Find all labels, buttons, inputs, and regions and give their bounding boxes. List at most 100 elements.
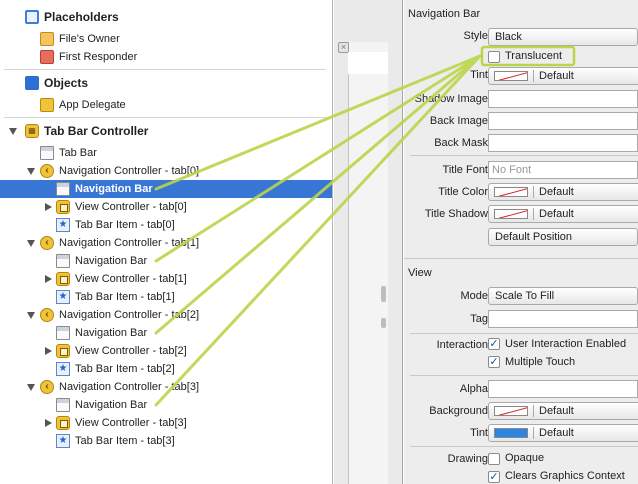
first-responder-label: First Responder	[59, 51, 138, 63]
outline-item-nav-controller[interactable]: ‹ Navigation Controller - tab[1]	[0, 234, 332, 252]
files-owner-cube-icon	[40, 32, 54, 46]
view-controller-label: View Controller - tab[0]	[75, 201, 187, 213]
clears-graphics-context-label: Clears Graphics Context	[505, 470, 625, 482]
tag-label: Tag	[470, 313, 488, 325]
disclosure-triangle-icon[interactable]	[45, 203, 52, 211]
navbar-section-title: Navigation Bar	[408, 8, 481, 20]
swatch-divider	[533, 70, 534, 82]
navigation-controller-icon: ‹	[40, 164, 54, 178]
tag-field[interactable]	[488, 310, 638, 328]
user-interaction-checkbox[interactable]: ✓	[488, 338, 500, 350]
translucent-checkbox[interactable]	[488, 51, 500, 63]
outline-item-tab-bar-item[interactable]: ★ Tab Bar Item - tab[1]	[0, 288, 332, 306]
opaque-checkbox[interactable]	[488, 453, 500, 465]
tab-bar-item-star-icon: ★	[56, 218, 70, 232]
view-controller-label: View Controller - tab[2]	[75, 345, 187, 357]
outline-item-tab-bar-controller[interactable]: ▦ Tab Bar Controller	[0, 122, 332, 140]
title-font-field[interactable]: No Font	[488, 161, 638, 179]
outline-item-tab-bar[interactable]: Tab Bar	[0, 144, 332, 162]
disclosure-triangle-icon[interactable]	[27, 312, 35, 319]
scrollbar-thumb[interactable]	[381, 286, 386, 302]
canvas-view[interactable]	[348, 52, 388, 74]
swatch-divider	[533, 427, 534, 439]
section-objects-label: Objects	[44, 76, 89, 90]
style-value: Black	[495, 31, 522, 43]
divider	[4, 69, 326, 70]
shadow-image-field[interactable]	[488, 90, 638, 108]
nav-controller-label: Navigation Controller - tab[3]	[59, 381, 200, 393]
view-tint-swatch	[494, 428, 528, 438]
swatch-divider	[533, 208, 534, 220]
title-color-popup[interactable]: Default	[488, 183, 638, 201]
navigation-bar-icon	[56, 182, 70, 196]
alpha-field[interactable]	[488, 380, 638, 398]
divider	[410, 446, 638, 447]
outline-item-files-owner[interactable]: File's Owner	[0, 30, 332, 48]
view-controller-icon	[56, 272, 70, 286]
outline-item-tab-bar-item[interactable]: ★ Tab Bar Item - tab[3]	[0, 432, 332, 450]
title-color-label: Title Color	[438, 186, 488, 198]
view-section-title: View	[408, 267, 432, 279]
app-delegate-cube-icon	[40, 98, 54, 112]
outline-item-navigation-bar[interactable]: Navigation Bar	[0, 396, 332, 414]
multiple-touch-checkbox[interactable]: ✓	[488, 356, 500, 368]
background-swatch	[494, 406, 528, 416]
disclosure-triangle-icon[interactable]	[45, 419, 52, 427]
view-tint-color-popup[interactable]: Default	[488, 424, 638, 442]
scrollbar-thumb[interactable]	[381, 318, 386, 328]
tab-bar-item-label: Tab Bar Item - tab[2]	[75, 363, 175, 375]
shadow-image-label: Shadow Image	[414, 93, 488, 105]
outline-item-navigation-bar[interactable]: Navigation Bar	[0, 324, 332, 342]
default-position-popup[interactable]: Default Position	[488, 228, 638, 246]
tab-bar-item-label: Tab Bar Item - tab[3]	[75, 435, 175, 447]
outline-item-tab-bar-item[interactable]: ★ Tab Bar Item - tab[0]	[0, 216, 332, 234]
outline-item-view-controller[interactable]: View Controller - tab[2]	[0, 342, 332, 360]
title-shadow-popup[interactable]: Default	[488, 205, 638, 223]
back-mask-label: Back Mask	[434, 137, 488, 149]
background-label: Background	[429, 405, 488, 417]
navigation-bar-icon	[56, 254, 70, 268]
outline-item-view-controller[interactable]: View Controller - tab[1]	[0, 270, 332, 288]
mode-popup[interactable]: Scale To Fill	[488, 287, 638, 305]
outline-item-app-delegate[interactable]: App Delegate	[0, 96, 332, 114]
outline-item-nav-controller[interactable]: ‹ Navigation Controller - tab[3]	[0, 378, 332, 396]
objects-cube-icon	[25, 76, 39, 90]
disclosure-triangle-icon[interactable]	[27, 168, 35, 175]
tint-label: Tint	[470, 69, 488, 81]
style-popup[interactable]: Black	[488, 28, 638, 46]
outline-item-navigation-bar-selected[interactable]: Navigation Bar	[0, 180, 332, 198]
disclosure-triangle-icon[interactable]	[45, 275, 52, 283]
multiple-touch-label: Multiple Touch	[505, 356, 576, 368]
title-font-label: Title Font	[442, 164, 488, 176]
nav-controller-label: Navigation Controller - tab[2]	[59, 309, 200, 321]
disclosure-triangle-icon[interactable]	[9, 128, 17, 135]
canvas-area[interactable]	[348, 42, 388, 484]
tint-color-popup[interactable]: Default	[488, 67, 638, 85]
divider	[4, 117, 326, 118]
drawing-label: Drawing	[447, 453, 488, 465]
back-mask-field[interactable]	[488, 134, 638, 152]
placeholder-cube-icon	[25, 10, 39, 24]
disclosure-triangle-icon[interactable]	[27, 384, 35, 391]
clears-graphics-context-checkbox[interactable]: ✓	[488, 471, 500, 483]
divider	[410, 155, 638, 156]
nav-controller-label: Navigation Controller - tab[0]	[59, 165, 200, 177]
outline-item-navigation-bar[interactable]: Navigation Bar	[0, 252, 332, 270]
outline-item-view-controller[interactable]: View Controller - tab[0]	[0, 198, 332, 216]
section-placeholders[interactable]: Placeholders	[0, 8, 332, 26]
view-controller-label: View Controller - tab[3]	[75, 417, 187, 429]
section-objects[interactable]: Objects	[0, 74, 332, 92]
outline-item-view-controller[interactable]: View Controller - tab[3]	[0, 414, 332, 432]
back-image-field[interactable]	[488, 112, 638, 130]
nav-controller-label: Navigation Controller - tab[1]	[59, 237, 200, 249]
background-color-popup[interactable]: Default	[488, 402, 638, 420]
tint-value: Default	[539, 70, 574, 82]
swatch-divider	[533, 405, 534, 417]
outline-item-first-responder[interactable]: First Responder	[0, 48, 332, 66]
disclosure-triangle-icon[interactable]	[45, 347, 52, 355]
outline-item-tab-bar-item[interactable]: ★ Tab Bar Item - tab[2]	[0, 360, 332, 378]
disclosure-triangle-icon[interactable]	[27, 240, 35, 247]
outline-item-nav-controller[interactable]: ‹ Navigation Controller - tab[0]	[0, 162, 332, 180]
title-color-swatch	[494, 187, 528, 197]
outline-item-nav-controller[interactable]: ‹ Navigation Controller - tab[2]	[0, 306, 332, 324]
